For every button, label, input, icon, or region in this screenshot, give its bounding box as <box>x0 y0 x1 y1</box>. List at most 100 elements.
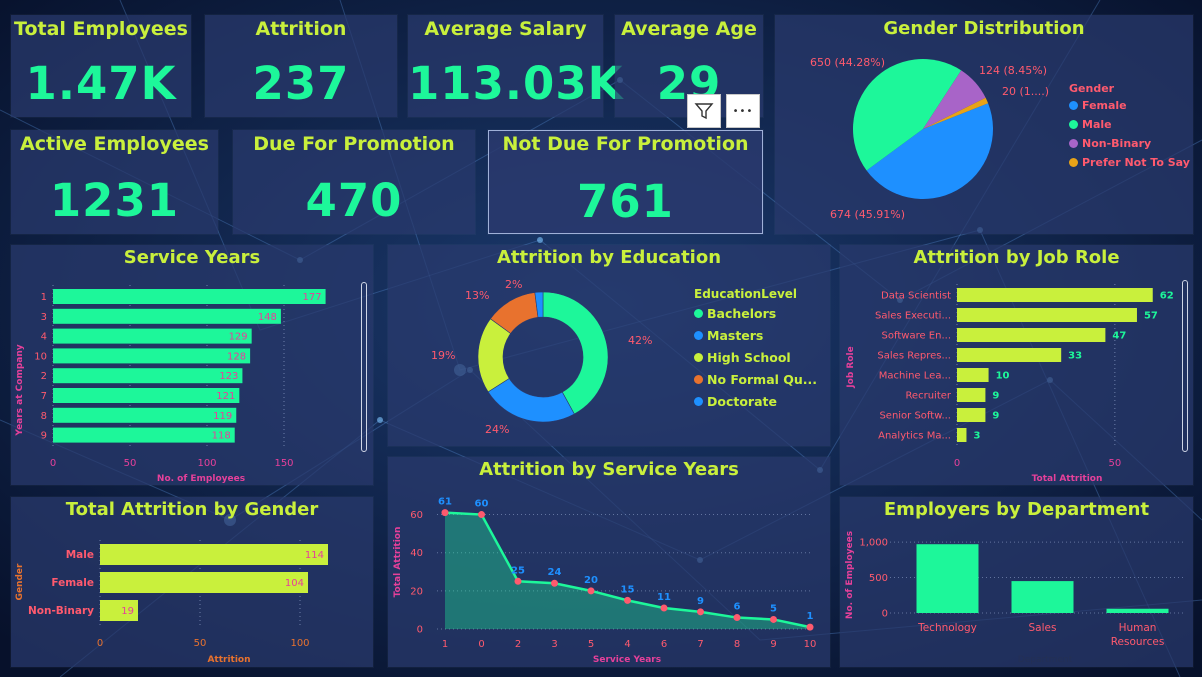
x-tick-label: 10 <box>804 639 817 650</box>
legend-item-doctorate[interactable]: Doctorate <box>694 394 817 409</box>
gender-attrition-bar-chart[interactable]: Gender Attrition 0 50 100 Male 114 Female 104 N… <box>11 497 373 667</box>
bar <box>53 388 240 403</box>
y-tick-label: Recruiter <box>905 391 951 402</box>
kpi-total-employees[interactable]: Total Employees 1.47K <box>11 15 191 117</box>
data-label: 114 <box>305 550 324 561</box>
attrition-by-service-years-visual[interactable]: Attrition by Service Years Total Attriti… <box>388 457 830 667</box>
scrollbar[interactable] <box>361 282 367 452</box>
data-label: 128 <box>227 351 246 362</box>
more-options-button[interactable]: ••• <box>726 94 760 128</box>
scrollbar[interactable] <box>1182 280 1188 452</box>
data-label: 19 <box>121 606 134 617</box>
x-tick-label: Sales <box>1029 622 1057 634</box>
employers-by-department-visual[interactable]: Employers by Department No. of Employees… <box>840 497 1193 667</box>
legend-item-high-school[interactable]: High School <box>694 350 817 365</box>
x-tick-label: 0 <box>97 638 103 649</box>
slice-label-female: 674 (45.91%) <box>830 208 905 221</box>
data-label: 5 <box>770 603 777 614</box>
attrition-by-education-visual[interactable]: Attrition by Education 42% 24% 19% 13% 2… <box>388 245 830 446</box>
y-tick-label: 0 <box>417 625 423 636</box>
data-label: 9 <box>992 391 999 402</box>
data-point <box>514 577 522 585</box>
service-years-area-chart[interactable]: Total Attrition Service Years 0204060611… <box>388 457 830 667</box>
data-label: 148 <box>258 312 277 323</box>
y-tick-label: 7 <box>41 391 47 402</box>
x-tick-label: 50 <box>124 458 137 469</box>
y-tick-label: 8 <box>41 411 47 422</box>
y-tick-label: 2 <box>41 371 47 382</box>
y-tick-label: Sales Executi... <box>875 311 951 322</box>
x-tick-label: 0 <box>954 458 960 469</box>
kpi-average-salary[interactable]: Average Salary 113.03K <box>408 15 623 117</box>
kpi-not-due-for-promotion[interactable]: Not Due For Promotion 761 <box>488 130 763 234</box>
job-role-bar-chart[interactable]: Job Role Total Attrition 0 50 Data Scienti… <box>840 245 1193 485</box>
department-column-chart[interactable]: No. of Employees Department 0 500 1,000 Tec… <box>840 497 1193 667</box>
bar <box>53 368 243 384</box>
slice-label-masters: 24% <box>485 423 509 436</box>
data-label: 10 <box>996 371 1010 382</box>
slice-label-non-binary: 124 (8.45%) <box>979 64 1047 77</box>
bar <box>957 428 967 442</box>
x-tick-label: 150 <box>274 458 293 469</box>
service-years-bar-chart[interactable]: Years at Company No. of Employees 0 50 100… <box>11 245 373 485</box>
data-point <box>551 579 558 587</box>
legend-item-male[interactable]: Male <box>1069 118 1190 131</box>
gender-distribution-visual[interactable]: Gender Distribution 674 (45.91%) 650 (44… <box>775 15 1193 234</box>
data-label: 9 <box>992 411 999 422</box>
more-options-icon: ••• <box>732 105 754 117</box>
kpi-active-employees[interactable]: Active Employees 1231 <box>11 130 218 234</box>
y-tick-label: 500 <box>869 573 888 584</box>
bar <box>957 308 1137 322</box>
slice-label-prefer-not: 20 (1....) <box>1002 85 1049 98</box>
kpi-label: Not Due For Promotion <box>502 133 749 155</box>
y-tick-label: 10 <box>34 351 47 362</box>
kpi-label: Due For Promotion <box>253 133 455 155</box>
legend-item-non-binary[interactable]: Non-Binary <box>1069 137 1190 150</box>
y-tick-label: Analytics Ma... <box>878 431 951 442</box>
x-tick-label: 50 <box>1108 458 1121 469</box>
data-label: 177 <box>302 292 321 303</box>
attrition-by-job-role-visual[interactable]: Attrition by Job Role Job Role Total Att… <box>840 245 1193 485</box>
data-label: 47 <box>1112 331 1126 342</box>
data-point <box>806 623 814 631</box>
kpi-attrition[interactable]: Attrition 237 <box>205 15 397 117</box>
y-axis-title: Years at Company <box>15 344 25 436</box>
data-label: 15 <box>621 584 635 595</box>
legend-item-prefer-not[interactable]: Prefer Not To Say <box>1069 156 1190 169</box>
legend-item-bachelors[interactable]: Bachelors <box>694 306 817 321</box>
data-point <box>697 608 704 616</box>
x-tick-label: 3 <box>551 639 557 650</box>
kpi-label: Average Age <box>621 18 757 40</box>
data-point <box>660 604 668 612</box>
bar <box>53 289 326 304</box>
y-tick-label: 3 <box>41 312 47 323</box>
data-label: 121 <box>216 391 235 402</box>
data-label: 24 <box>548 567 562 578</box>
attrition-by-gender-visual[interactable]: Total Attrition by Gender Gender Attriti… <box>11 497 373 667</box>
column-bar <box>916 544 979 613</box>
legend-item-masters[interactable]: Masters <box>694 328 817 343</box>
data-point <box>770 615 777 623</box>
filter-button[interactable] <box>687 94 721 128</box>
kpi-value: 1231 <box>49 174 180 227</box>
y-tick-label: Male <box>66 549 94 561</box>
service-years-visual[interactable]: Service Years Years at Company No. of Em… <box>11 245 373 485</box>
bar <box>53 427 235 443</box>
legend-item-female[interactable]: Female <box>1069 99 1190 112</box>
data-point <box>478 511 485 519</box>
kpi-label: Total Employees <box>14 18 188 40</box>
legend-item-no-formal[interactable]: No Formal Qu... <box>694 372 817 387</box>
gender-legend: Gender Female Male Non-Binary Prefer Not… <box>1069 82 1190 169</box>
kpi-value: 470 <box>305 174 403 227</box>
kpi-due-for-promotion[interactable]: Due For Promotion 470 <box>233 130 475 234</box>
data-point <box>441 509 449 517</box>
y-tick-label: 60 <box>410 510 423 521</box>
x-tick-label: Human Resources <box>1111 622 1165 648</box>
y-tick-label: Sales Repres... <box>877 351 951 362</box>
slice-label-high-school: 19% <box>431 349 455 362</box>
bar <box>100 572 308 593</box>
area-fill <box>445 512 810 629</box>
data-label: 62 <box>1160 291 1174 302</box>
kpi-label: Attrition <box>255 18 347 40</box>
bar <box>53 328 252 344</box>
